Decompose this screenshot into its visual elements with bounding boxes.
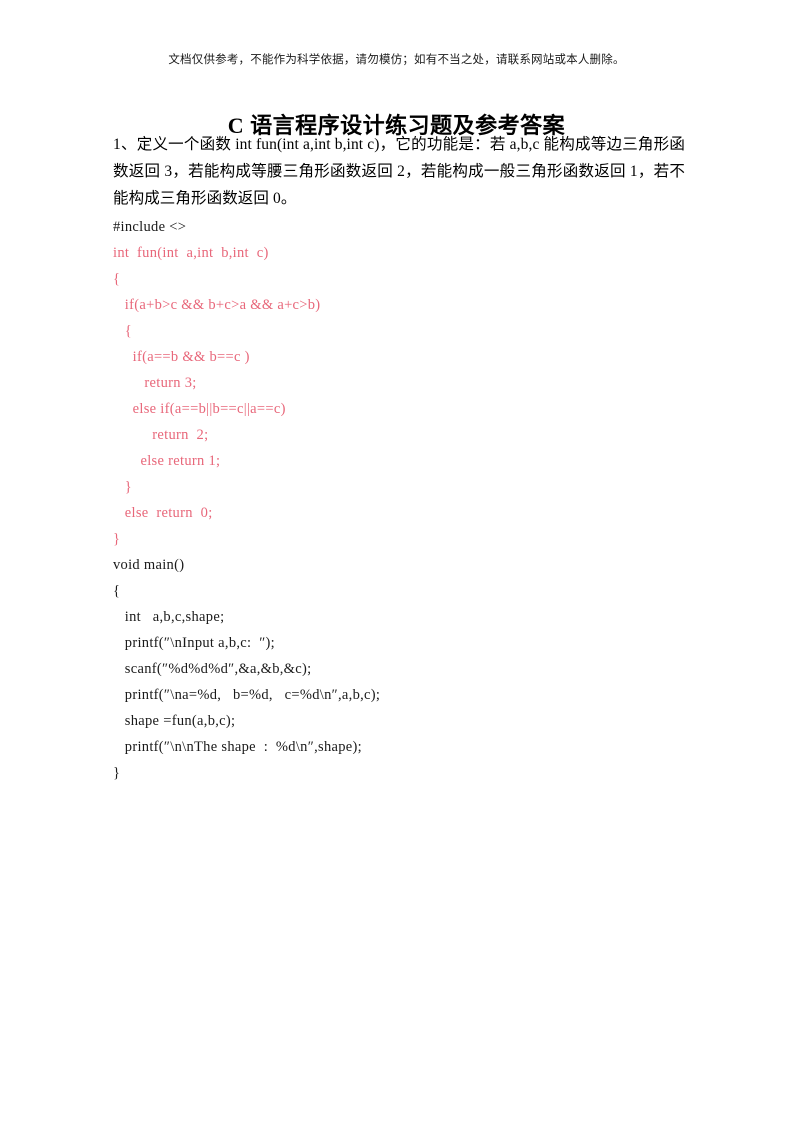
code-line: return 3; — [113, 375, 197, 391]
code-line: return 2; — [113, 427, 209, 443]
code-line: scanf(″%d%d%d″,&a,&b,&c); — [113, 661, 312, 677]
code-line: else if(a==b||b==c||a==c) — [113, 401, 286, 417]
code-line: { — [113, 323, 133, 339]
code-line: int a,b,c,shape; — [113, 609, 225, 625]
document-disclaimer: 文档仅供参考，不能作为科学依据，请勿模仿；如有不当之处，请联系网站或本人删除。 — [168, 54, 625, 66]
code-line: } — [113, 765, 121, 781]
code-line: printf(″\na=%d, b=%d, c=%d\n″,a,b,c); — [113, 687, 381, 703]
code-line: if(a==b && b==c ) — [113, 349, 250, 365]
question-block: 1、定义一个函数 int fun(int a,int b,int c)，它的功能… — [113, 131, 685, 212]
code-line: printf(″\nInput a,b,c: ″); — [113, 635, 276, 651]
code-line: else return 1; — [113, 453, 221, 469]
code-line: #include <> — [113, 219, 187, 235]
code-line: } — [113, 531, 121, 547]
code-line: shape =fun(a,b,c); — [113, 713, 236, 729]
code-line: { — [113, 271, 121, 287]
code-line: if(a+b>c && b+c>a && a+c>b) — [113, 297, 321, 313]
code-block: #include <> int fun(int a,int b,int c) { i… — [113, 214, 713, 786]
code-line: printf(″\n\nThe shape : %d\n″,shape); — [113, 739, 362, 755]
code-line: void main() — [113, 557, 185, 573]
question-paragraph: 1、定义一个函数 int fun(int a,int b,int c)，它的功能… — [113, 136, 685, 207]
code-line: } — [113, 479, 133, 495]
code-line: else return 0; — [113, 505, 213, 521]
code-line: int fun(int a,int b,int c) — [113, 245, 269, 261]
code-line: { — [113, 583, 121, 599]
document-page: 文档仅供参考，不能作为科学依据，请勿模仿；如有不当之处，请联系网站或本人删除。 … — [0, 0, 793, 1122]
